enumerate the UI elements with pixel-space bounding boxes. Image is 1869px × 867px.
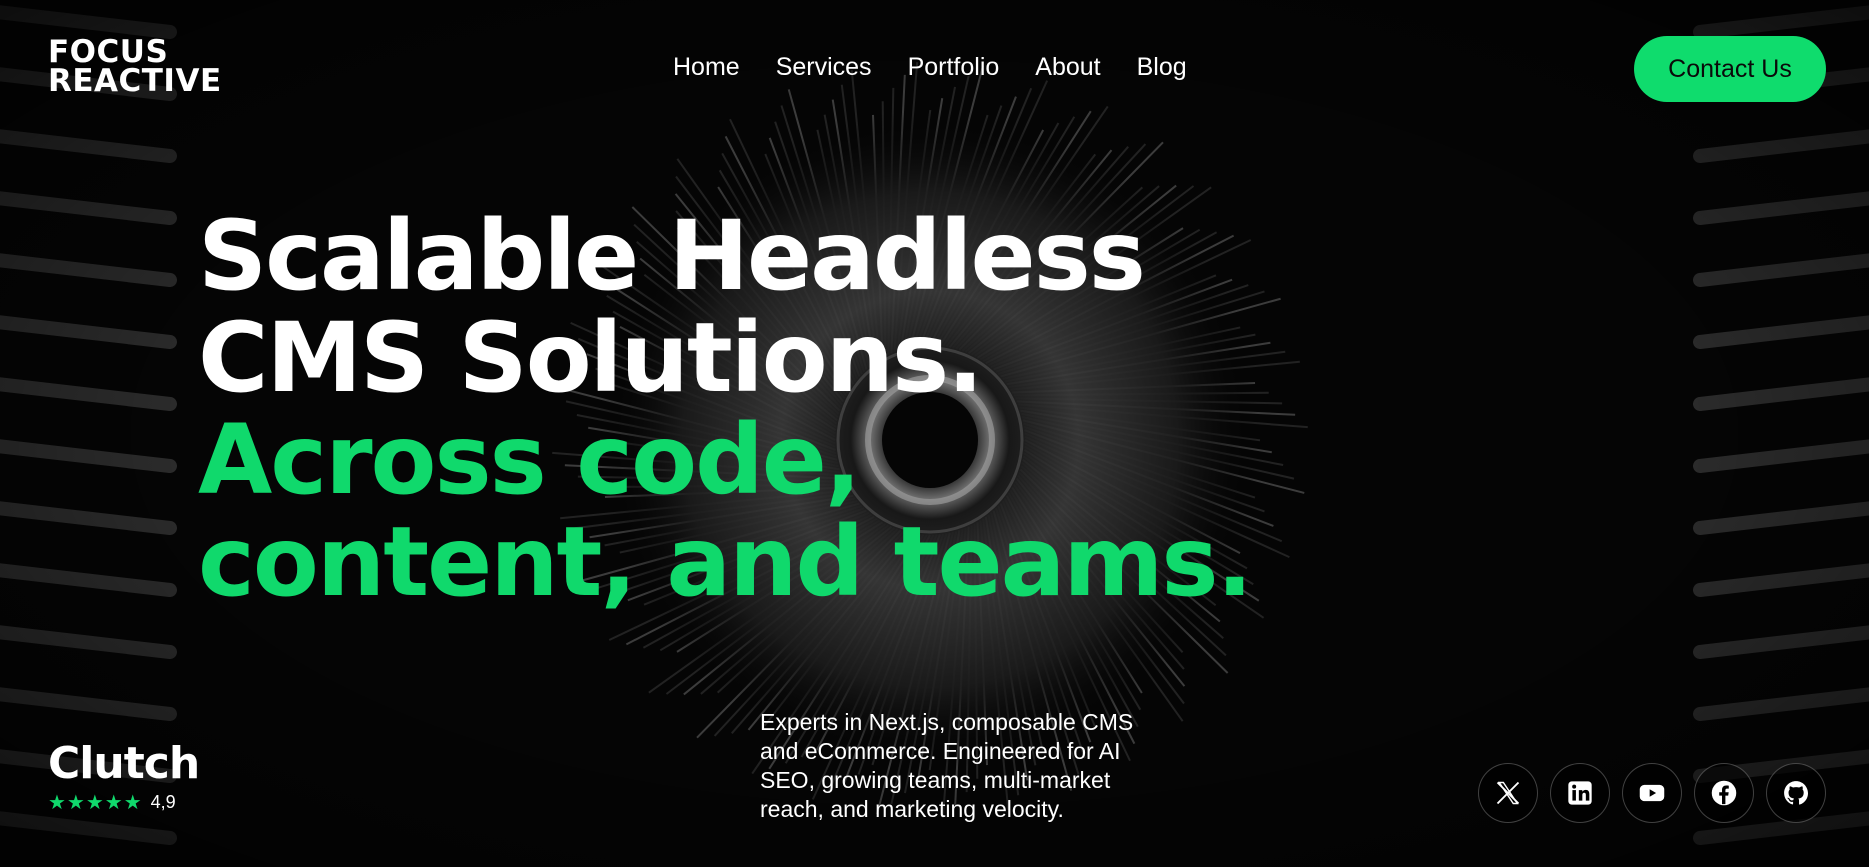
clutch-rating: ★★★★★ 4,9 xyxy=(48,790,199,815)
hero-line-3: Across code, xyxy=(198,404,861,516)
clutch-logo: Clutch xyxy=(48,738,200,789)
nav-portfolio[interactable]: Portfolio xyxy=(908,50,1000,84)
youtube-icon xyxy=(1639,784,1665,802)
contact-us-button[interactable]: Contact Us xyxy=(1634,36,1826,102)
linkedin-icon xyxy=(1568,781,1592,805)
social-links xyxy=(1478,763,1826,823)
linkedin-link[interactable] xyxy=(1550,763,1610,823)
youtube-link[interactable] xyxy=(1622,763,1682,823)
nav-about[interactable]: About xyxy=(1035,50,1100,84)
hero-heading: Scalable Headless CMS Solutions. Across … xyxy=(198,200,1253,618)
clutch-rating-badge[interactable]: Clutch ★★★★★ 4,9 xyxy=(48,738,200,815)
github-link[interactable] xyxy=(1766,763,1826,823)
hero-line-2: CMS Solutions. xyxy=(198,302,984,414)
rating-score: 4,9 xyxy=(150,792,176,812)
nav-home[interactable]: Home xyxy=(673,50,740,84)
hero-description: Experts in Next.js, composable CMS and e… xyxy=(760,709,1134,822)
x-link[interactable] xyxy=(1478,763,1538,823)
facebook-link[interactable] xyxy=(1694,763,1754,823)
x-icon xyxy=(1496,781,1520,805)
logo-line-2: REACTIVE xyxy=(48,63,222,99)
focus-reactive-logo[interactable]: FOCUS REACTIVE xyxy=(48,37,222,99)
nav-blog[interactable]: Blog xyxy=(1137,50,1187,84)
hero-line-4: content, and teams. xyxy=(198,506,1253,618)
hero-line-1: Scalable Headless xyxy=(198,200,1146,312)
main-nav: Home Services Portfolio About Blog xyxy=(673,50,1187,84)
github-icon xyxy=(1784,781,1809,805)
facebook-icon xyxy=(1711,780,1737,806)
star-rating-icon: ★★★★★ xyxy=(48,792,143,814)
nav-services[interactable]: Services xyxy=(776,50,872,84)
